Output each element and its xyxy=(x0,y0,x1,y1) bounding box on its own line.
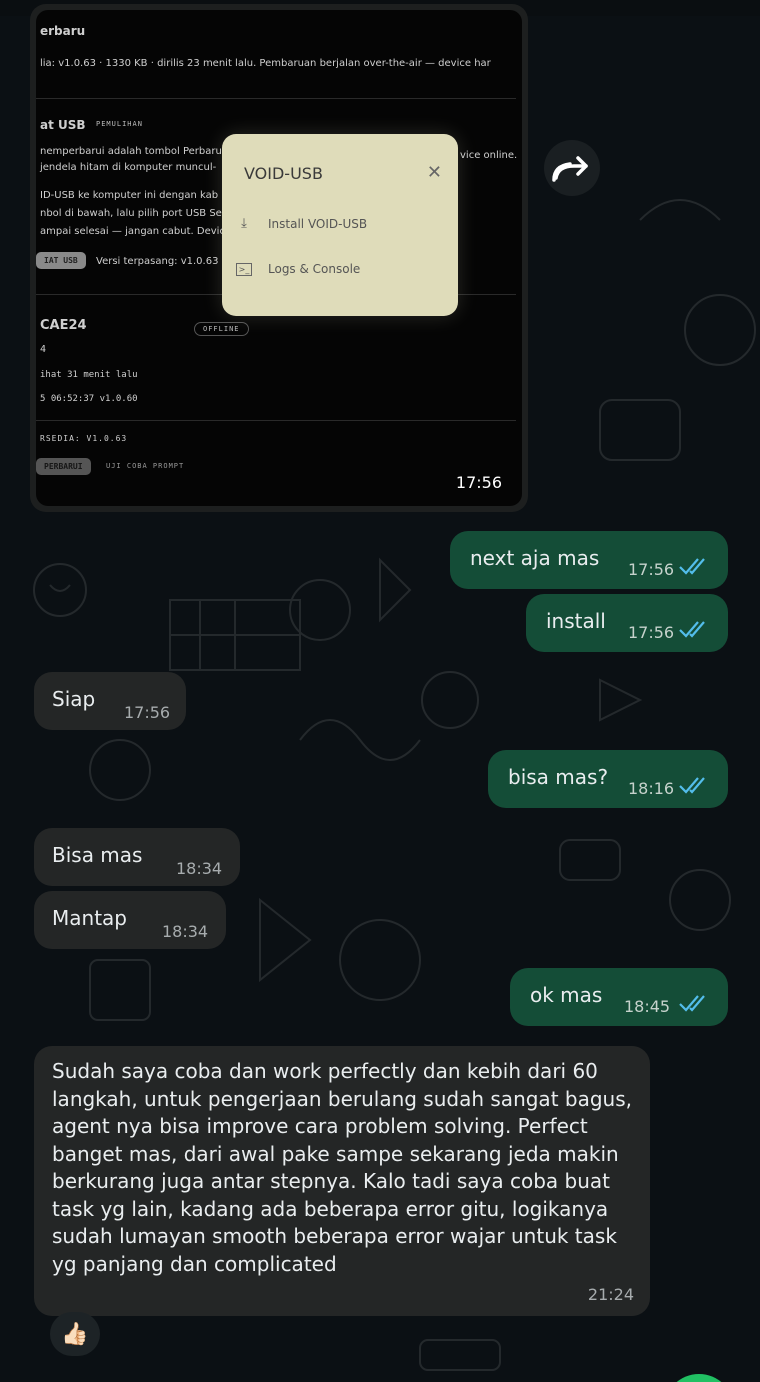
photo-text: vice online. xyxy=(460,150,518,161)
double-check-icon xyxy=(679,995,705,1012)
message-text: install xyxy=(546,609,606,633)
message-text: ok mas xyxy=(530,983,603,1007)
void-usb-popup: VOID-USB ✕ ⤓ Install VOID-USB >_ Logs & … xyxy=(222,134,458,316)
forward-button[interactable] xyxy=(544,140,600,196)
double-check-icon xyxy=(679,558,705,575)
photo-update-button: PERBARUI xyxy=(36,458,91,475)
message-time: 17:56 xyxy=(455,473,502,492)
outgoing-message[interactable]: bisa mas? 18:16 xyxy=(488,750,728,808)
thumbs-up-icon: 👍🏻 xyxy=(61,1321,89,1347)
message-text: Mantap xyxy=(52,906,127,930)
incoming-message-long[interactable]: Sudah saya coba dan work perfectly dan k… xyxy=(34,1046,650,1316)
incoming-message[interactable]: Bisa mas 18:34 xyxy=(34,828,240,886)
photo-usb-button: IAT USB xyxy=(36,252,86,269)
photo-text: RSEDIA: V1.0.63 xyxy=(40,434,128,443)
message-time: 17:56 xyxy=(124,703,171,722)
forward-icon xyxy=(552,156,588,182)
message-time: 18:34 xyxy=(162,922,209,941)
photo-badge: PEMULIHAN xyxy=(96,120,143,128)
double-check-icon xyxy=(679,777,705,794)
thumbs-up-reaction[interactable]: 👍🏻 xyxy=(50,1312,100,1356)
message-text: next aja mas xyxy=(470,546,600,570)
image-message[interactable]: erbaru lia: v1.0.63 · 1330 KB · dirilis … xyxy=(30,4,528,512)
photo-text: erbaru xyxy=(40,24,86,38)
photo-text: 4 xyxy=(40,344,47,355)
terminal-icon: >_ xyxy=(236,262,252,276)
outgoing-message[interactable]: next aja mas 17:56 xyxy=(450,531,728,589)
popup-title: VOID-USB xyxy=(244,164,323,183)
message-time: 18:16 xyxy=(628,779,675,798)
message-time: 18:34 xyxy=(176,859,223,878)
photo-text: ihat 31 menit lalu xyxy=(40,370,138,380)
photo-divider xyxy=(36,420,516,421)
floating-action-button[interactable] xyxy=(664,1374,734,1382)
photo-text: nemperbarui adalah tombol Perbaru xyxy=(40,146,222,157)
outgoing-message[interactable]: ok mas 18:45 xyxy=(510,968,728,1026)
message-time: 17:56 xyxy=(628,623,675,642)
photo-text: 5 06:52:37 v1.0.60 xyxy=(40,394,138,404)
photo-text: CAE24 xyxy=(40,318,87,333)
message-text: Sudah saya coba dan work perfectly dan k… xyxy=(52,1059,632,1276)
photo-text: Versi terpasang: v1.0.63 xyxy=(96,256,219,267)
incoming-message[interactable]: Siap 17:56 xyxy=(34,672,186,730)
message-text: bisa mas? xyxy=(508,765,609,789)
photo-text: UJI COBA PROMPT xyxy=(106,462,185,470)
popup-item-label: Install VOID-USB xyxy=(268,216,368,231)
photo-text: nbol di bawah, lalu pilih port USB Se xyxy=(40,208,222,219)
close-icon: ✕ xyxy=(426,162,442,183)
photo-text: at USB xyxy=(40,118,86,132)
photo-text: ID-USB ke komputer ini dengan kab xyxy=(40,190,219,201)
message-time: 21:24 xyxy=(587,1284,634,1304)
message-time: 18:45 xyxy=(624,997,671,1016)
popup-item-label: Logs & Console xyxy=(268,262,361,276)
message-text: Siap xyxy=(52,687,96,711)
download-icon: ⤓ xyxy=(241,216,247,231)
outgoing-message[interactable]: install 17:56 xyxy=(526,594,728,652)
double-check-icon xyxy=(679,621,705,638)
popup-item-install: ⤓ Install VOID-USB xyxy=(236,216,367,231)
photo-status-chip: OFFLINE xyxy=(194,322,249,336)
photo-text: jendela hitam di komputer muncul- xyxy=(40,162,217,173)
photo-text: ampai selesai — jangan cabut. Devic xyxy=(40,226,225,237)
photo-divider xyxy=(36,98,516,99)
incoming-message[interactable]: Mantap 18:34 xyxy=(34,891,226,949)
photo-of-screen[interactable]: erbaru lia: v1.0.63 · 1330 KB · dirilis … xyxy=(36,10,522,506)
popup-item-logs: >_ Logs & Console xyxy=(236,262,360,276)
photo-text: lia: v1.0.63 · 1330 KB · dirilis 23 meni… xyxy=(40,58,491,69)
message-text: Bisa mas xyxy=(52,843,143,867)
message-time: 17:56 xyxy=(628,560,675,579)
